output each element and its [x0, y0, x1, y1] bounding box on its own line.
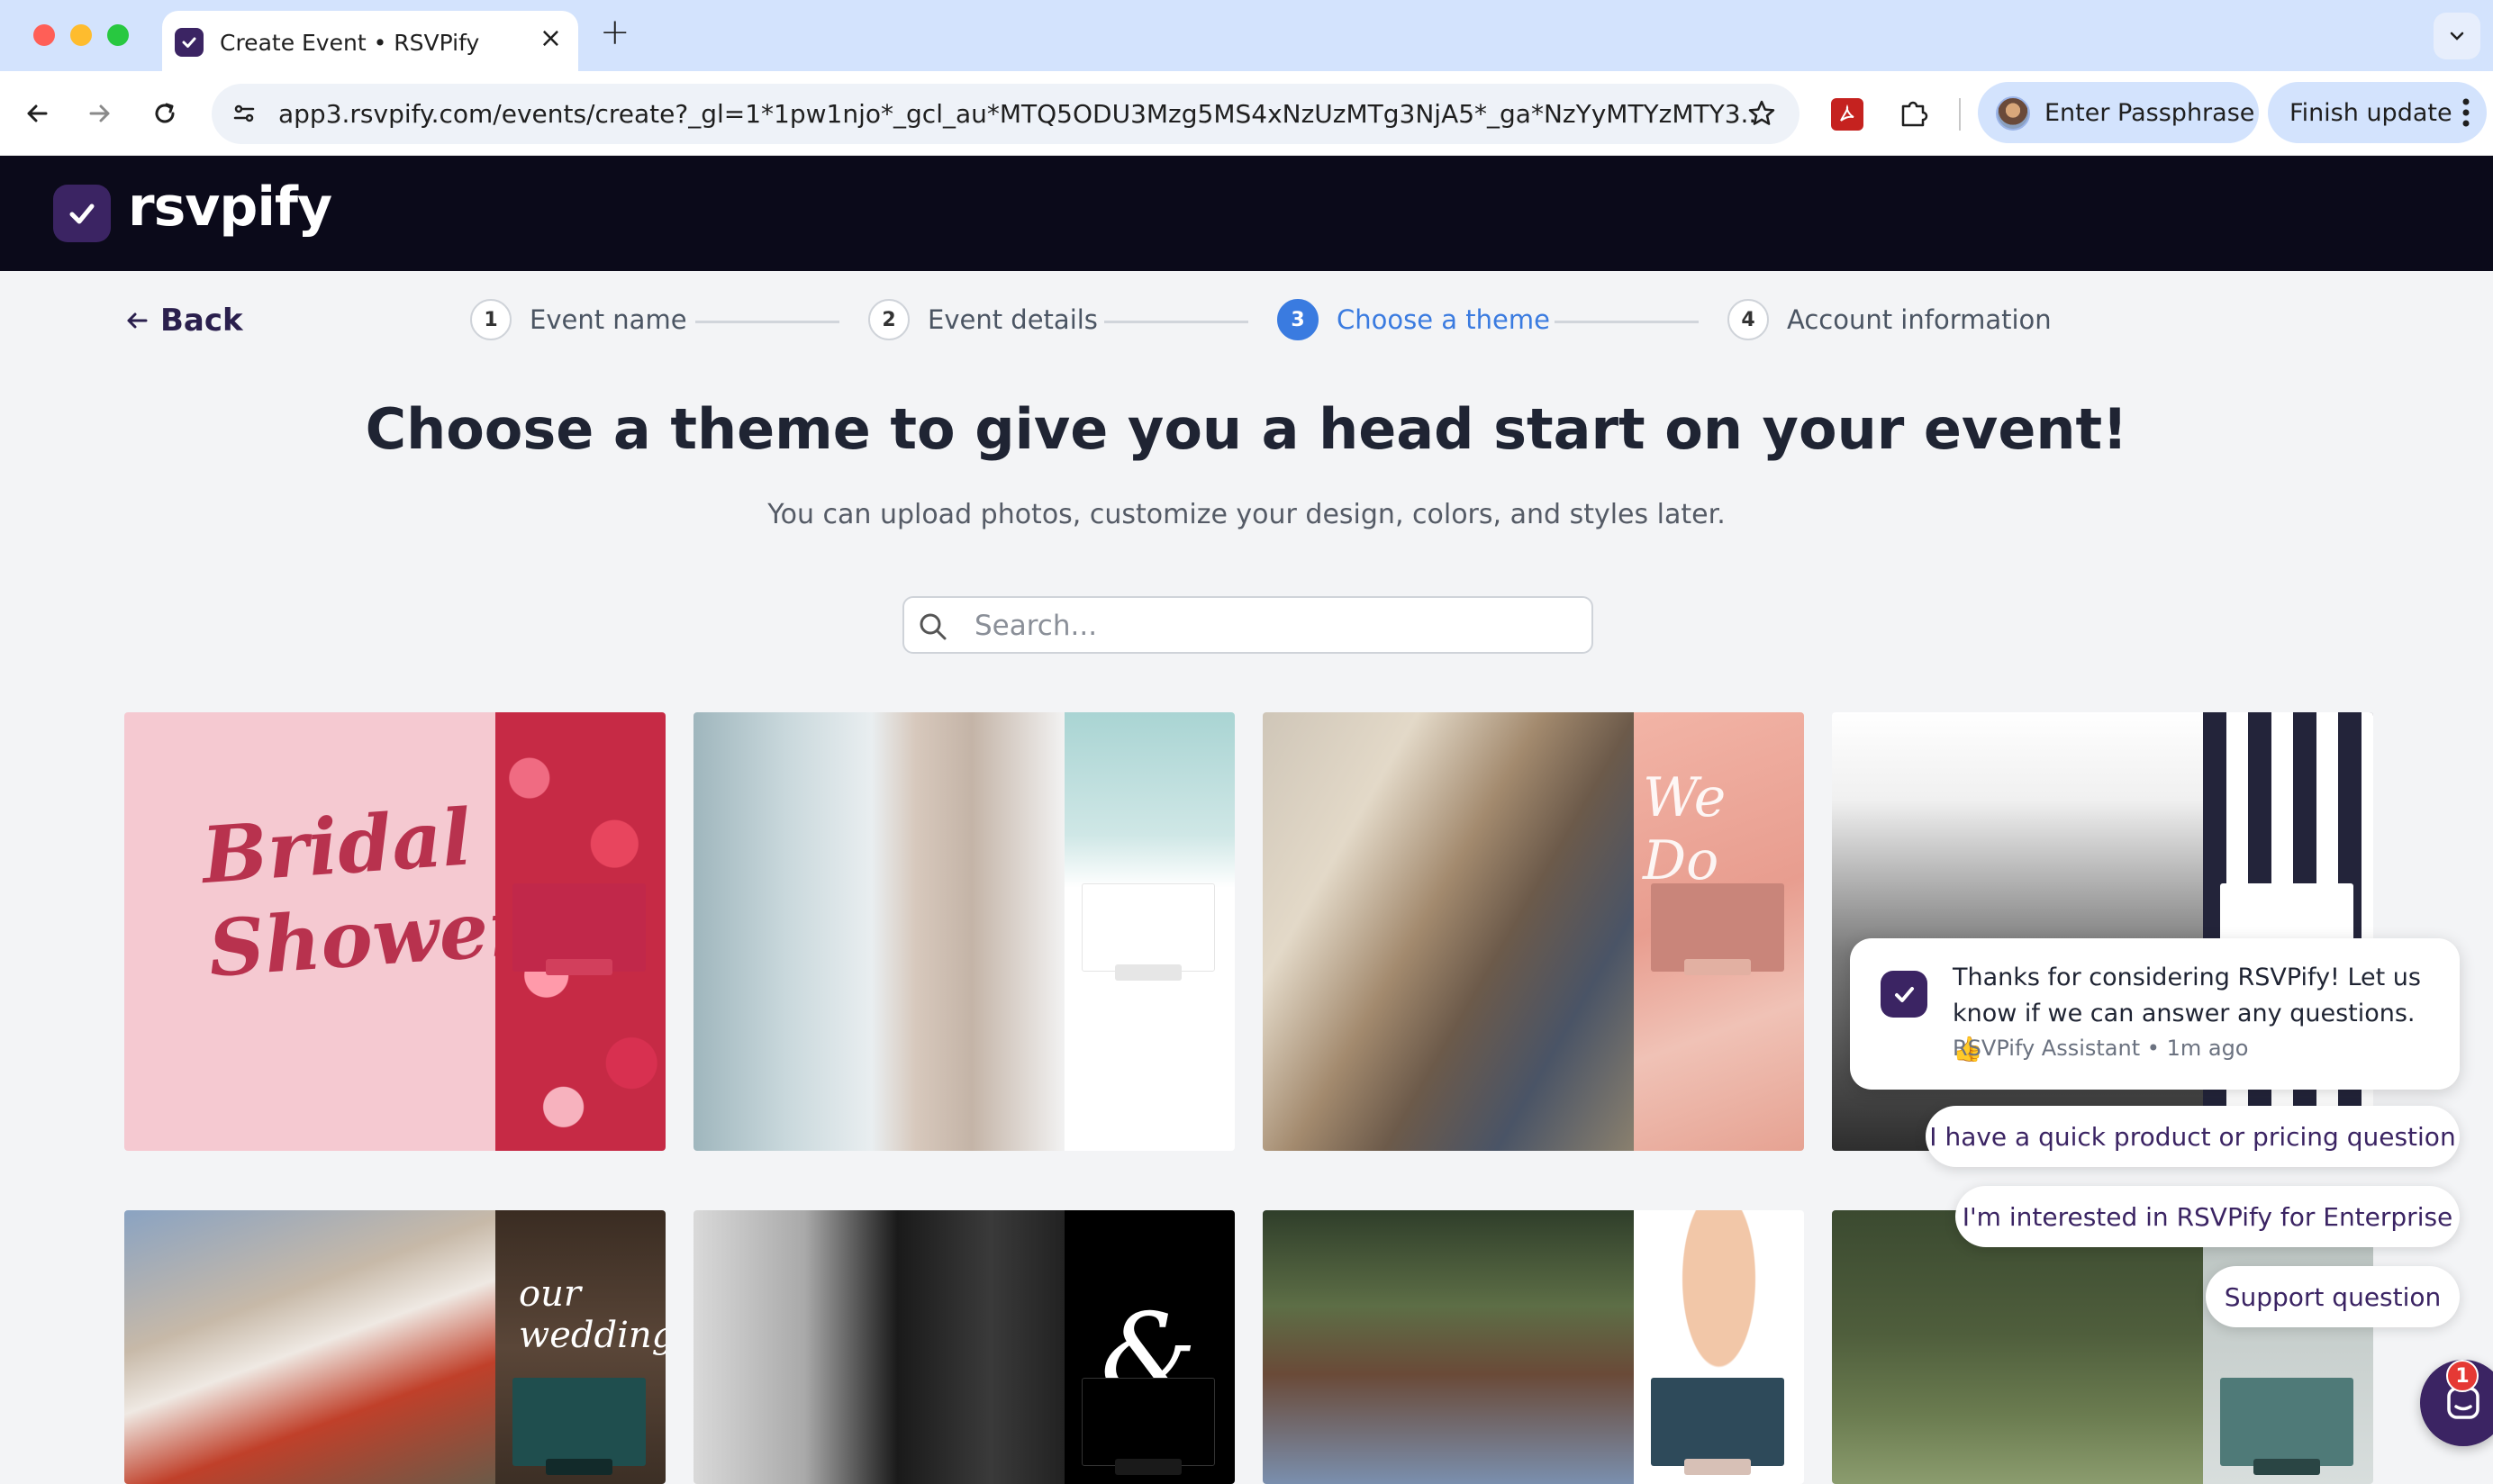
toolbar-divider	[1959, 98, 1961, 131]
forward-arrow-icon[interactable]	[77, 91, 122, 136]
back-arrow-icon	[127, 312, 148, 329]
theme-preview-panel: our wedding	[495, 1210, 666, 1484]
theme-preview-panel	[1634, 1210, 1804, 1484]
theme-cover-image	[1263, 1210, 1634, 1484]
chat-message-bubble[interactable]: Thanks for considering RSVPify! Let us k…	[1850, 938, 2460, 1090]
theme-preview-panel	[2203, 1210, 2373, 1484]
step-account-information[interactable]: 4 Account information	[1727, 299, 2052, 340]
theme-preview-bar	[1115, 964, 1182, 981]
step-choose-theme[interactable]: 3 Choose a theme	[1277, 299, 1550, 340]
theme-overlay-text: our wedding	[519, 1273, 666, 1356]
theme-card-our-wedding[interactable]: our wedding	[124, 1210, 666, 1484]
theme-preview-bar	[546, 1459, 612, 1475]
profile-button-label: Enter Passphrase	[2044, 98, 2255, 127]
rsvpify-logo-check-icon[interactable]	[53, 185, 111, 242]
search-icon	[920, 613, 947, 640]
window-close-button[interactable]	[33, 24, 55, 46]
step-connector	[695, 321, 839, 323]
theme-preview-panel	[1065, 712, 1235, 1151]
page-title: Choose a theme to give you a head start …	[365, 396, 2128, 462]
window-zoom-button[interactable]	[107, 24, 129, 46]
theme-preview-bar	[2253, 1459, 2320, 1475]
search-input[interactable]	[975, 607, 1569, 645]
theme-card-we-do[interactable]: We Do	[1263, 712, 1804, 1151]
theme-preview-panel: &	[1065, 1210, 1235, 1484]
address-bar[interactable]: app3.rsvpify.com/events/create?_gl=1*1pw…	[212, 84, 1799, 144]
step-number: 3	[1277, 299, 1319, 340]
theme-cover-image	[694, 1210, 1065, 1484]
theme-preview-panel	[495, 712, 666, 1151]
theme-preview-button	[1651, 1378, 1784, 1466]
chat-meta-separator: •	[2146, 1036, 2167, 1061]
more-vert-icon[interactable]	[2461, 95, 2470, 137]
chat-time: 1m ago	[2166, 1036, 2249, 1061]
theme-cover-image	[694, 712, 1065, 1151]
tab-search-chevron-icon[interactable]	[2434, 13, 2480, 59]
reload-icon[interactable]	[142, 91, 187, 136]
profile-passphrase-button[interactable]: Enter Passphrase	[1978, 82, 2259, 143]
step-number: 4	[1727, 299, 1769, 340]
theme-preview-button	[512, 1378, 646, 1466]
theme-preview-bar	[1684, 1459, 1751, 1475]
theme-preview-button	[2220, 1378, 2353, 1466]
step-label: Event details	[928, 304, 1098, 335]
theme-cover-image	[1263, 712, 1634, 1151]
url-text: app3.rsvpify.com/events/create?_gl=1*1pw…	[278, 99, 1755, 129]
step-connector	[1555, 321, 1699, 323]
chat-option-enterprise[interactable]: I'm interested in RSVPify for Enterprise	[1955, 1186, 2460, 1247]
tab-title: Create Event • RSVPify	[220, 30, 480, 56]
bookmark-star-icon[interactable]	[1745, 97, 1778, 133]
theme-card-bridal-shower[interactable]: Bridal Shower	[124, 712, 666, 1151]
app-header: rsvpify	[0, 156, 2493, 271]
step-number: 1	[470, 299, 512, 340]
theme-card-rustic-cabin[interactable]	[1832, 1210, 2373, 1484]
profile-avatar	[1996, 96, 2030, 131]
step-event-name[interactable]: 1 Event name	[470, 299, 687, 340]
step-label: Choose a theme	[1337, 304, 1550, 335]
chat-message-meta: RSVPify Assistant • 1m ago	[1953, 1036, 2248, 1061]
new-tab-plus-icon[interactable]: +	[600, 14, 630, 50]
rsvpify-favicon-icon	[175, 28, 204, 57]
tab-close-icon[interactable]: ×	[539, 25, 562, 52]
back-label: Back	[160, 303, 243, 339]
chat-option-pricing-question[interactable]: I have a quick product or pricing questi…	[1926, 1106, 2460, 1167]
browser-tab-bar: Create Event • RSVPify × +	[0, 0, 2493, 71]
extensions-puzzle-icon[interactable]	[1896, 95, 1932, 135]
step-label: Account information	[1787, 304, 2052, 335]
theme-preview-button	[1082, 1378, 1215, 1466]
site-settings-icon[interactable]	[230, 99, 258, 131]
theme-card-botanical[interactable]	[1263, 1210, 1804, 1484]
theme-preview-button	[1082, 883, 1215, 972]
browser-toolbar: app3.rsvpify.com/events/create?_gl=1*1pw…	[0, 71, 2493, 156]
update-button-label: Finish update	[2289, 98, 2452, 127]
chat-unread-badge: 1	[2446, 1360, 2479, 1392]
rsvpify-logo-text[interactable]: rsvpify	[128, 176, 332, 239]
step-connector	[1104, 321, 1248, 323]
chat-option-support-question[interactable]: Support question	[2206, 1266, 2460, 1327]
back-button[interactable]: Back	[124, 303, 243, 339]
theme-overlay-text: Bridal Shower	[199, 792, 532, 995]
theme-preview-bar	[1684, 959, 1751, 975]
theme-cover-image: Bridal Shower	[124, 712, 532, 1151]
theme-overlay-text: We Do	[1643, 766, 1727, 892]
acrobat-extension-icon[interactable]	[1831, 98, 1863, 131]
theme-preview-panel: We Do	[1634, 712, 1804, 1151]
back-arrow-icon[interactable]	[14, 91, 59, 136]
step-label: Event name	[530, 304, 687, 335]
window-minimize-button[interactable]	[70, 24, 92, 46]
chat-assistant-check-icon	[1881, 971, 1927, 1018]
theme-preview-bar	[1115, 1459, 1182, 1475]
chat-author: RSVPify Assistant	[1953, 1036, 2141, 1061]
finish-update-button[interactable]: Finish update	[2268, 82, 2487, 143]
step-event-details[interactable]: 2 Event details	[868, 299, 1098, 340]
theme-cover-image	[1832, 1210, 2203, 1484]
theme-search[interactable]	[902, 596, 1593, 654]
theme-cover-image	[124, 1210, 495, 1484]
theme-card-ampersand[interactable]: &	[694, 1210, 1235, 1484]
step-number: 2	[868, 299, 910, 340]
theme-preview-bar	[546, 959, 612, 975]
theme-card-couple-hands[interactable]	[694, 712, 1235, 1151]
browser-tab-active[interactable]: Create Event • RSVPify ×	[162, 11, 578, 71]
page-subtitle: You can upload photos, customize your de…	[767, 499, 1726, 530]
